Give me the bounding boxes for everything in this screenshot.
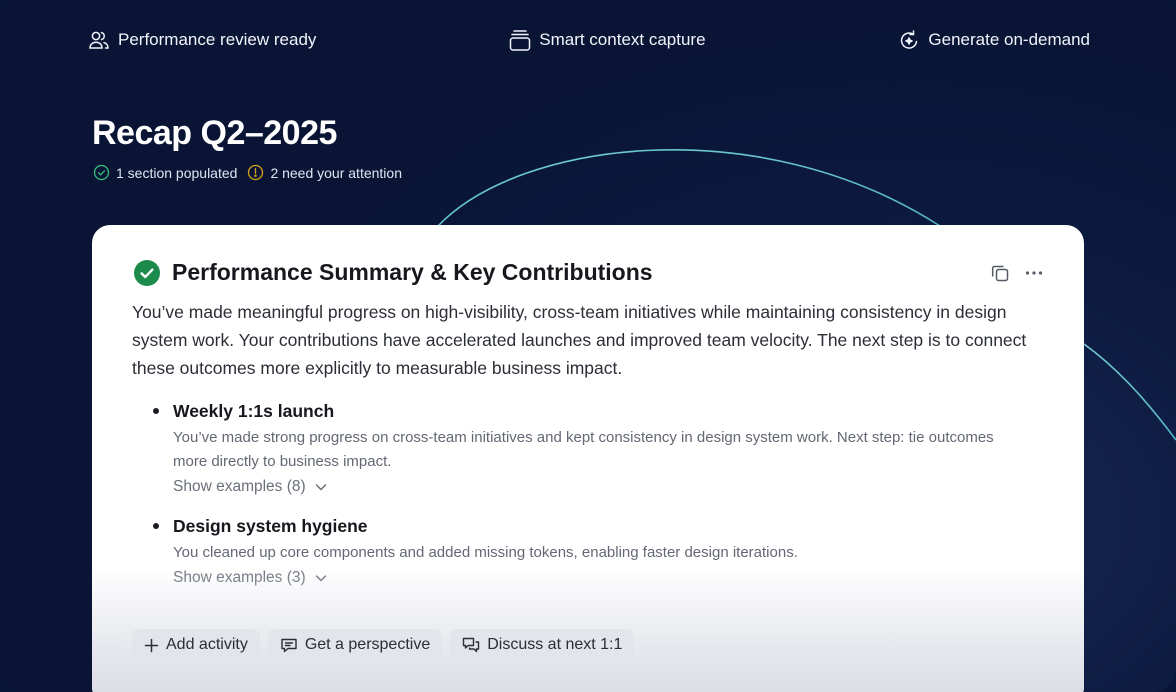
item-description: You cleaned up core components and added…: [173, 544, 798, 561]
more-horizontal-icon: [1025, 270, 1043, 275]
chevron-down-icon: [315, 575, 326, 582]
show-examples-button[interactable]: Show examples (8): [173, 478, 328, 496]
card-actions: [990, 263, 1044, 283]
users-icon: [89, 31, 109, 49]
copy-button[interactable]: [990, 263, 1010, 283]
summary-card: Performance Summary & Key Contributions …: [92, 225, 1084, 692]
list-item: Weekly 1:1s launch You’ve made strong pr…: [152, 399, 1032, 496]
show-examples-label: Show examples (3): [173, 569, 306, 586]
feature-label: Generate on-demand: [928, 30, 1090, 49]
feature-bar: Performance review ready Smart context c…: [88, 26, 1090, 54]
feature-label: Smart context capture: [539, 30, 706, 49]
more-options-button[interactable]: [1024, 263, 1044, 283]
status-populated-label: 1 section populated: [116, 164, 238, 181]
summary-text: You’ve made meaningful progress on high-…: [132, 302, 1027, 378]
feature-performance-review: Performance review ready: [88, 29, 316, 51]
regenerate-icon: [901, 30, 918, 49]
feature-generate: Generate on-demand: [898, 29, 1090, 51]
comment-icon: [281, 638, 297, 653]
item-title: Weekly 1:1s launch: [173, 401, 335, 421]
discuss-next-label: Discuss at next 1:1: [487, 636, 623, 653]
show-examples-label: Show examples (8): [173, 478, 306, 495]
discuss-next-button[interactable]: Discuss at next 1:1: [450, 629, 635, 661]
chevron-down-icon: [315, 484, 326, 491]
get-perspective-label: Get a perspective: [304, 636, 431, 653]
feature-smart-context: Smart context capture: [509, 28, 706, 52]
show-examples-button[interactable]: Show examples (3): [173, 569, 328, 587]
copy-icon: [991, 265, 1009, 281]
list-item: Design system hygiene You cleaned up cor…: [152, 514, 1032, 587]
status-attention: 2 need your attention: [247, 164, 402, 181]
chat-bubbles-icon: [463, 637, 480, 653]
check-circle-icon: [93, 164, 110, 181]
contributions-list: Weekly 1:1s launch You’ve made strong pr…: [152, 399, 1032, 605]
add-activity-button[interactable]: Add activity: [132, 629, 260, 661]
stack-icon: [510, 30, 531, 51]
action-bar: Add activity Get a perspective Discuss a…: [132, 629, 635, 661]
status-row: 1 section populated 2 need your attentio…: [93, 164, 402, 181]
check-badge-icon: [134, 259, 160, 286]
card-title-wrap: Performance Summary & Key Contributions: [134, 259, 653, 286]
plus-icon: [144, 638, 159, 652]
status-attention-label: 2 need your attention: [270, 164, 402, 181]
card-header: Performance Summary & Key Contributions: [134, 259, 1044, 286]
status-populated: 1 section populated: [93, 164, 237, 181]
alert-circle-icon: [248, 164, 264, 181]
item-description: You’ve made strong progress on cross-tea…: [173, 429, 994, 470]
item-title: Design system hygiene: [173, 516, 368, 536]
get-perspective-button[interactable]: Get a perspective: [267, 629, 443, 661]
feature-label: Performance review ready: [118, 30, 317, 49]
add-activity-label: Add activity: [166, 636, 248, 653]
page-title: Recap Q2–2025: [92, 114, 337, 152]
card-title: Performance Summary & Key Contributions: [172, 259, 653, 285]
